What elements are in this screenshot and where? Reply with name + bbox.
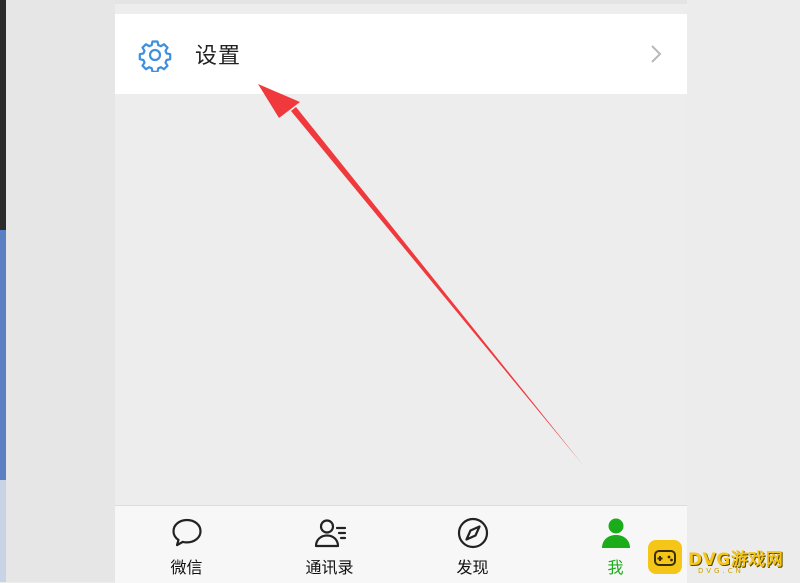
tab-label: 微信: [170, 558, 203, 577]
watermark-text: DVG游戏网: [688, 549, 784, 570]
left-window-edge-blue: [0, 230, 6, 480]
tab-contacts[interactable]: 通讯录: [258, 506, 401, 583]
gear-icon: [138, 40, 172, 72]
site-watermark: DVG游戏网 DVG.CN: [648, 537, 794, 577]
settings-label: 设置: [195, 44, 242, 69]
compass-icon: [457, 517, 488, 549]
chevron-right-icon: [651, 45, 662, 63]
watermark-subtext: DVG.CN: [698, 567, 744, 575]
left-background: [0, 0, 115, 582]
tab-label: 发现: [456, 558, 489, 577]
chat-bubble-icon: [171, 518, 202, 547]
left-window-edge: [0, 0, 6, 230]
tab-wechat[interactable]: 微信: [115, 506, 258, 583]
right-background: [687, 0, 800, 582]
phone-screen: 设置 微信 通讯录 发现 我: [115, 0, 687, 583]
tab-label: 通讯录: [305, 558, 354, 577]
previous-row-edge: [115, 0, 687, 4]
contacts-icon: [314, 519, 346, 548]
bottom-tab-bar: 微信 通讯录 发现 我: [115, 505, 687, 583]
left-window-edge-light: [0, 480, 6, 582]
gamepad-logo-icon: [648, 540, 682, 574]
tab-discover[interactable]: 发现: [401, 506, 544, 583]
person-icon: [601, 518, 630, 548]
settings-row[interactable]: 设置: [115, 14, 687, 94]
